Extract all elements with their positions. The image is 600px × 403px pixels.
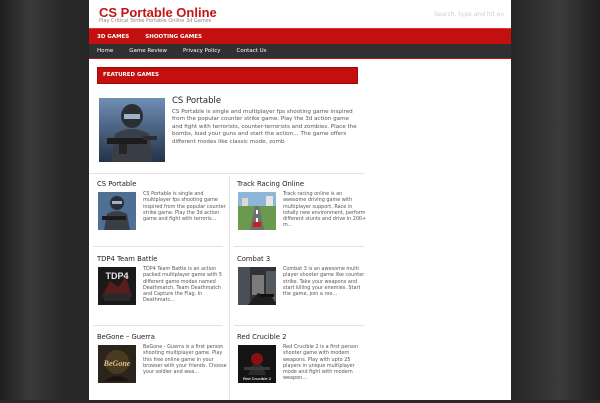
post-title[interactable]: BeGone – Guerra <box>97 333 155 341</box>
post-item-combat-3: Combat 3 Combat 3 is an awesome multi pl… <box>237 255 367 325</box>
row-divider <box>93 325 223 326</box>
page-background-right <box>510 0 600 400</box>
post-excerpt: Track racing online is an awesome drivin… <box>283 191 367 229</box>
red-crucible-image: Red Crucible 2 <box>238 345 276 383</box>
post-excerpt: BeGone - Guerra is a first person shooti… <box>143 344 227 376</box>
post-thumbnail[interactable] <box>238 267 276 305</box>
post-excerpt: Red Crucible 2 is a first person shooter… <box>283 344 358 382</box>
nav-item-home[interactable]: Home <box>89 44 121 58</box>
post-item-track-racing-online: Track Racing Online Track racing online … <box>237 180 367 250</box>
nav-item-game-review[interactable]: Game Review <box>121 44 175 58</box>
red-crucible-logo-text: Red Crucible 2 <box>243 376 272 381</box>
post-thumbnail[interactable] <box>98 192 136 230</box>
row-divider <box>234 325 364 326</box>
soldier-image <box>98 192 136 230</box>
site-tagline: Play Critical Strike Portable Online 3d … <box>99 18 212 24</box>
tdp4-logo-image: TDP4 <box>98 267 136 305</box>
nav-item-privacy-policy[interactable]: Privacy Policy <box>175 44 228 58</box>
post-item-red-crucible-2: Red Crucible 2 Red Crucible 2 Red Crucib… <box>237 333 367 403</box>
nav-item-contact-us[interactable]: Contact Us <box>228 44 274 58</box>
post-excerpt: Combat 3 is an awesome multi player shoo… <box>283 266 365 298</box>
featured-post-title[interactable]: CS Portable <box>172 96 221 106</box>
site-header: CS Portable Online Play Critical Strike … <box>89 0 511 28</box>
column-divider <box>229 176 230 400</box>
tdp4-logo-text: TDP4 <box>105 271 128 281</box>
post-title[interactable]: Combat 3 <box>237 255 270 263</box>
post-title[interactable]: Track Racing Online <box>237 180 304 188</box>
post-item-tdp4-team-battle: TDP4 Team Battle TDP4 TDP4 Team Battle i… <box>97 255 227 325</box>
post-title[interactable]: TDP4 Team Battle <box>97 255 157 263</box>
racing-track-image <box>238 192 276 230</box>
post-title[interactable]: Red Crucible 2 <box>237 333 286 341</box>
begone-logo-text: BeGone <box>103 359 131 368</box>
secondary-nav: Home Game Review Privacy Policy Contact … <box>89 44 511 59</box>
primary-nav: 3D GAMES SHOOTING GAMES <box>89 28 511 45</box>
begone-logo-image: BeGone <box>98 345 136 383</box>
post-thumbnail[interactable]: BeGone <box>98 345 136 383</box>
nav-item-3d-games[interactable]: 3D GAMES <box>89 29 137 45</box>
featured-post-excerpt: CS Portable is single and multiplayer fp… <box>172 109 357 145</box>
post-thumbnail[interactable]: Red Crucible 2 <box>238 345 276 383</box>
post-excerpt: TDP4 Team Battle is an action packed mul… <box>143 266 223 304</box>
featured-thumbnail[interactable] <box>99 98 165 162</box>
post-excerpt: CS Portable is single and multiplayer fp… <box>143 191 226 223</box>
nav-item-shooting-games[interactable]: SHOOTING GAMES <box>137 29 210 45</box>
section-divider <box>89 173 364 174</box>
post-item-cs-portable: CS Portable CS Portable is single and mu… <box>97 180 227 250</box>
main-content: FEATURED GAMES CS Portable CS Portable i… <box>89 60 367 403</box>
featured-section-header: FEATURED GAMES <box>97 67 358 84</box>
post-item-begone-guerra: BeGone – Guerra BeGone BeGone - Guerra i… <box>97 333 227 403</box>
post-title[interactable]: CS Portable <box>97 180 136 188</box>
post-thumbnail[interactable]: TDP4 <box>98 267 136 305</box>
combat-scene-image <box>238 267 276 305</box>
page-wrapper: CS Portable Online Play Critical Strike … <box>89 0 511 400</box>
featured-section-label: FEATURED GAMES <box>103 72 159 78</box>
search-input[interactable] <box>434 9 510 20</box>
post-thumbnail[interactable] <box>238 192 276 230</box>
soldier-image <box>99 98 165 162</box>
